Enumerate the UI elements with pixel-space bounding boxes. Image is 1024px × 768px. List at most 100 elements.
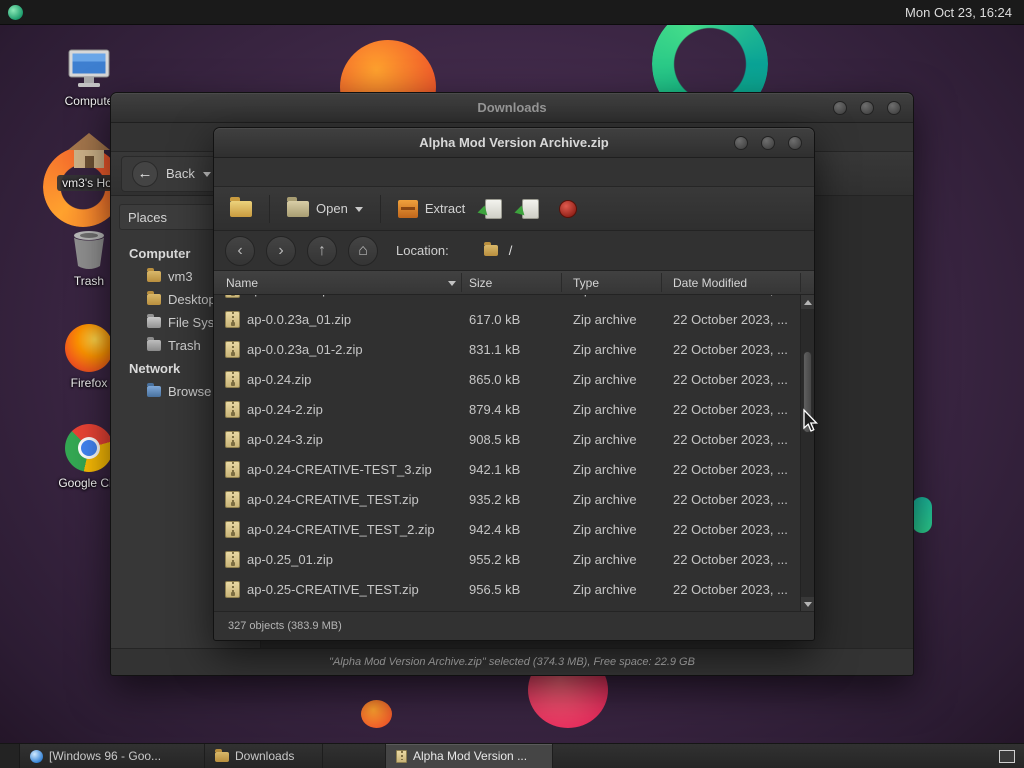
file-size: 935.2 kB [469,492,521,507]
add-folder-icon [522,198,540,219]
location-path[interactable]: / [509,243,513,258]
file-row[interactable]: ap-0.24-CREATIVE_TEST_2.zip 942.4 kB Zip… [214,515,800,545]
minimize-button[interactable] [833,101,847,115]
back-arrow-icon: ← [132,160,158,187]
nav-back-button[interactable]: ‹ [225,235,255,266]
nav-up-button[interactable]: ↑ [307,235,337,266]
new-archive-icon [230,196,252,217]
taskbar: [Windows 96 - Goo... Downloads Alpha Mod… [0,743,1024,768]
clock[interactable]: Mon Oct 23, 16:24 [905,5,1024,20]
column-header-name[interactable]: Name [226,271,258,295]
taskbar-menu-applet[interactable] [0,744,20,768]
file-type: Zip archive [573,552,637,567]
add-files-icon [485,198,503,219]
archive-statusbar: 327 objects (383.9 MB) [214,611,814,639]
column-header-type[interactable]: Type [573,271,599,295]
extract-button[interactable]: Extract [392,196,471,222]
taskbar-window-button[interactable]: Alpha Mod Version ... [385,744,553,768]
maximize-button[interactable] [860,101,874,115]
maximize-button[interactable] [761,136,775,150]
desktop-icon-label: Trash [73,274,105,288]
file-row[interactable]: ap-0.24-CREATIVE_TEST.zip 935.2 kB Zip a… [214,485,800,515]
file-row[interactable]: ap-0.0.23a_01.zip 617.0 kB Zip archive 2… [214,305,800,335]
desktop-icon-label: Firefox [70,376,108,390]
column-header-size[interactable]: Size [469,271,492,295]
file-row[interactable]: ap-0.24-3.zip 908.5 kB Zip archive 22 Oc… [214,425,800,455]
column-divider[interactable] [461,273,462,292]
file-row[interactable]: ap-0.0.23a_01-2.zip 831.1 kB Zip archive… [214,335,800,365]
nav-forward-button[interactable]: › [266,235,296,266]
new-archive-button[interactable] [224,196,258,221]
add-folder-button[interactable] [516,195,545,223]
distro-menu-icon[interactable] [8,4,23,20]
file-type: Zip archive [573,432,637,447]
sort-caret-icon[interactable] [448,281,456,290]
file-modified: 22 October 2023, ... [673,492,788,507]
computer-icon [68,49,110,87]
open-label: Open [316,201,348,216]
file-size: 942.4 kB [469,522,521,537]
extract-icon [397,199,418,218]
home-icon [68,133,110,168]
minimize-button[interactable] [734,136,748,150]
nav-home-button[interactable]: ⌂ [348,235,378,266]
stop-button[interactable] [553,196,583,222]
panel-menus [31,0,85,25]
file-type: Zip archive [573,312,637,327]
downloads-titlebar[interactable]: Downloads [111,93,913,123]
sidebar-item-label: Desktop [168,292,216,307]
back-dropdown-caret[interactable] [202,171,211,181]
chrome-icon [65,424,113,472]
column-divider[interactable] [561,273,562,292]
column-divider[interactable] [661,273,662,292]
triangle-down-icon [803,601,812,611]
taskbar-item-icon [30,749,43,763]
panel-menu-item[interactable] [67,0,85,25]
sidebar-item-icon [147,337,161,351]
file-size: 831.1 kB [469,342,521,357]
add-files-button[interactable] [479,195,508,223]
file-name: ap-0.0.23a.zip [247,295,459,305]
file-row[interactable]: ap-0.0.23a.zip 851.3 kB Zip archive 22 O… [214,295,800,305]
open-dropdown-caret[interactable] [354,206,363,216]
file-name: ap-0.25-CREATIVE_TEST.zip [247,582,419,597]
file-list: ap-0.0.23a.zip 851.3 kB Zip archive 22 O… [214,295,814,611]
file-modified: 22 October 2023, ... [673,462,788,477]
zip-file-icon [225,311,240,328]
show-desktop-icon[interactable] [999,749,1015,763]
vertical-scrollbar[interactable] [800,295,814,611]
file-row[interactable]: ap-0.24-CREATIVE-TEST_3.zip 942.1 kB Zip… [214,455,800,485]
archive-menubar [214,158,814,187]
downloads-statusbar: "Alpha Mod Version Archive.zip" selected… [111,648,913,675]
file-row[interactable]: ap-0.24.zip 865.0 kB Zip archive 22 Octo… [214,365,800,395]
taskbar-window-button[interactable]: Downloads [205,744,323,768]
file-row[interactable]: ap-0.25_01.zip 955.2 kB Zip archive 22 O… [214,545,800,575]
archive-window: Alpha Mod Version Archive.zip Open Extra… [213,127,815,641]
panel-menu-item[interactable] [31,0,49,25]
sidebar-item-icon [147,314,161,328]
archive-titlebar[interactable]: Alpha Mod Version Archive.zip [214,128,814,158]
scroll-up-button[interactable] [801,295,814,309]
back-button[interactable]: ← Back [121,155,222,192]
file-name: ap-0.24-2.zip [247,402,323,417]
file-row[interactable]: ap-0.25-CREATIVE_TEST.zip 956.5 kB Zip a… [214,575,800,605]
panel-menu-item[interactable] [49,0,67,25]
close-button[interactable] [887,101,901,115]
file-name: ap-0.24-3.zip [247,432,323,447]
file-row[interactable]: ap-0.24-2.zip 879.4 kB Zip archive 22 Oc… [214,395,800,425]
open-button[interactable]: Open [281,196,369,221]
file-modified: 22 October 2023, ... [673,522,788,537]
zip-file-icon [225,341,240,358]
top-panel: Mon Oct 23, 16:24 [0,0,1024,25]
taskbar-item-icon [215,749,229,762]
list-header: Name Size Type Date Modified [214,271,814,295]
zip-file-icon [225,431,240,448]
column-header-modified[interactable]: Date Modified [673,271,747,295]
file-name: ap-0.24-CREATIVE-TEST_3.zip [247,462,432,477]
scroll-down-button[interactable] [801,597,814,611]
close-button[interactable] [788,136,802,150]
taskbar-window-button[interactable]: [Windows 96 - Goo... [20,744,205,768]
zip-file-icon [225,491,240,508]
extract-label: Extract [424,201,466,216]
file-size: 942.1 kB [469,462,521,477]
